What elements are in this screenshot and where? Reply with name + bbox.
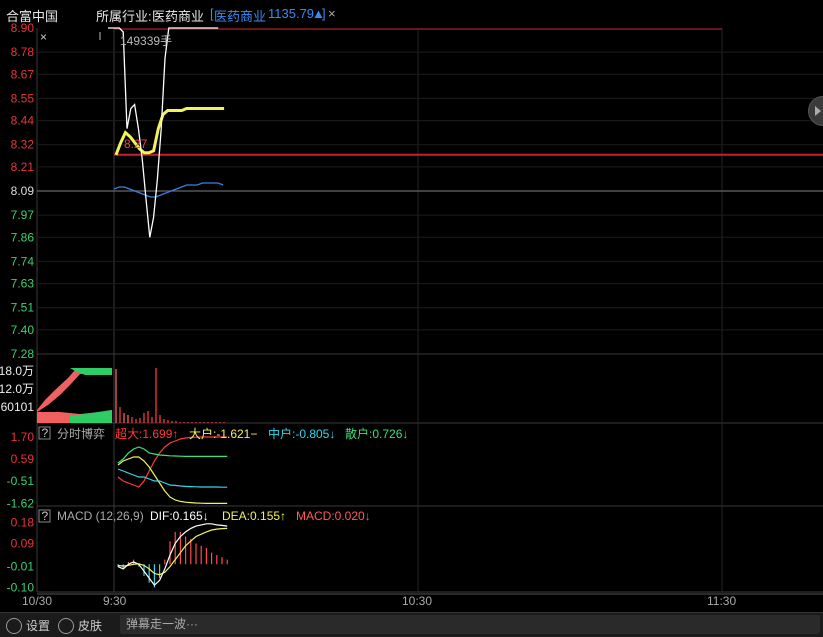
dif-line <box>117 523 228 586</box>
macd-panel-title: MACD (12,26,9) <box>57 509 144 523</box>
fund-large-line <box>117 456 228 504</box>
fund-tick-label: 0.59 <box>11 452 35 466</box>
fund-super-line <box>117 436 228 488</box>
fund-tick-label: -0.51 <box>7 474 35 488</box>
macd-tick-label: 0.18 <box>11 516 35 530</box>
intraday-chart[interactable]: 8.90 8.78 8.67 8.55 8.44 8.32 8.21 8.09 7.97 7.86… <box>0 0 823 612</box>
volume-tick-label: 60101 <box>1 400 35 414</box>
macd-legend-dif: DIF:0.165↓ <box>150 509 209 523</box>
macd-tick-label: -0.01 <box>7 560 35 574</box>
settings-label: 设置 <box>26 619 51 633</box>
skin-label: 皮肤 <box>78 619 103 633</box>
macd-legend-macd: MACD:0.020↓ <box>296 509 371 523</box>
fund-legend-super: 超大:1.699↑ <box>115 426 178 441</box>
fund-legend-retail: 散户:0.726↓ <box>345 426 408 441</box>
price-tick-label: 7.86 <box>11 230 35 244</box>
volume-tick-label: 18.0万 <box>0 364 34 378</box>
fund-flow-panel <box>117 436 228 504</box>
bottom-bar: 设置 皮肤 弹幕走一波··· <box>0 612 823 637</box>
auction-lower-green <box>70 410 112 423</box>
macd-help-glyph: ? <box>42 509 49 523</box>
macd-tick-label: -0.10 <box>7 580 35 594</box>
corner-close-icon[interactable]: × <box>40 30 47 44</box>
fund-retail-line <box>117 446 228 464</box>
macd-tick-label: 0.09 <box>11 536 35 550</box>
fund-help-glyph: ? <box>42 426 49 440</box>
time-label-1030: 10:30 <box>402 594 432 608</box>
fund-panel-title: 分时博弈 <box>57 426 105 441</box>
time-label-1130: 11:30 <box>707 594 736 608</box>
price-tick-label: 7.28 <box>11 347 35 361</box>
price-tick-label: 8.78 <box>11 45 35 59</box>
fund-legend-large: 大户:-1.621− <box>189 426 257 441</box>
price-tick-label: 8.32 <box>11 138 35 152</box>
volume-tick-label: 12.0万 <box>0 382 34 396</box>
axis-labels: 8.90 8.78 8.67 8.55 8.44 8.32 8.21 8.09 7.97 7.86… <box>0 21 34 594</box>
macd-legend-dea: DEA:0.155↑ <box>222 509 286 523</box>
price-tick-label: 8.09 <box>11 184 35 198</box>
macd-panel <box>117 523 228 588</box>
price-panel <box>37 27 823 238</box>
average-price-line <box>113 182 224 198</box>
price-tick-label: 8.90 <box>11 21 35 35</box>
price-tick-label: 7.51 <box>11 301 35 315</box>
gear-icon <box>6 617 22 634</box>
palette-icon <box>58 617 74 634</box>
price-tick-label: 8.67 <box>11 67 35 81</box>
settings-button[interactable]: 设置 <box>6 617 50 635</box>
fund-tick-label: -1.62 <box>7 496 35 510</box>
price-tick-label: 7.74 <box>11 254 35 268</box>
price-tick-label: 7.97 <box>11 208 35 222</box>
skin-button[interactable]: 皮肤 <box>58 617 102 635</box>
danmu-input[interactable]: 弹幕走一波··· <box>120 615 820 634</box>
time-label-date: 10/30 <box>22 594 52 608</box>
dea-line <box>117 527 228 576</box>
price-tick-label: 8.44 <box>11 114 35 128</box>
volume-panel <box>37 368 225 423</box>
fund-mid-line <box>117 468 228 488</box>
cursor-volume-label: 149339手 <box>120 34 172 48</box>
fund-tick-label: 1.70 <box>11 430 35 444</box>
price-tick-label: 8.55 <box>11 91 35 105</box>
price-tick-label: 7.63 <box>11 277 35 291</box>
fund-legend-mid: 中户:-0.805↓ <box>268 426 335 441</box>
price-tick-label: 8.21 <box>11 160 35 174</box>
reference-price-label: 8.27 <box>124 137 148 151</box>
time-label-930: 9:30 <box>103 594 127 608</box>
price-tick-label: 7.40 <box>11 323 35 337</box>
